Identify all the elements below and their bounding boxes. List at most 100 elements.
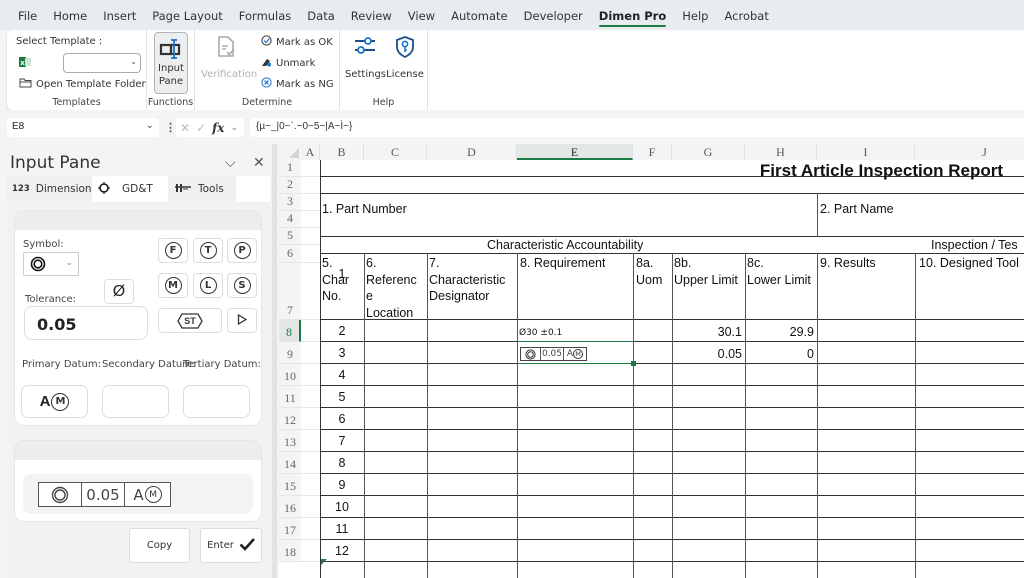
modifier-f-button[interactable]: F <box>158 238 188 263</box>
row-header-18[interactable]: 18 <box>279 540 301 562</box>
row-header-13[interactable]: 13 <box>279 430 301 452</box>
menu-tab-file[interactable]: File <box>10 0 45 30</box>
char-no-cell[interactable]: 9 <box>320 477 364 493</box>
cancel-icon[interactable]: ✕ <box>180 121 190 135</box>
close-icon[interactable]: ✕ <box>253 154 265 171</box>
char-no-cell[interactable]: 7 <box>320 433 364 449</box>
select-all-corner[interactable] <box>279 144 301 160</box>
menu-tab-review[interactable]: Review <box>343 0 400 30</box>
diameter-button[interactable]: Ø <box>104 279 134 304</box>
char-no-cell[interactable]: 5 <box>320 389 364 405</box>
menu-tab-dimen-pro[interactable]: Dimen Pro <box>591 0 674 30</box>
row-header-10[interactable]: 10 <box>279 364 301 386</box>
mark-as-ng-button[interactable]: Mark as NG <box>261 77 334 91</box>
lower-limit-cell-1[interactable]: 29.9 <box>745 324 816 340</box>
upper-limit-cell-1[interactable]: 30.1 <box>672 324 744 340</box>
menu-tab-help[interactable]: Help <box>674 0 716 30</box>
char-no-cell[interactable]: 11 <box>320 521 364 537</box>
row-header-16[interactable]: 16 <box>279 496 301 518</box>
char-no-cell[interactable]: 12 <box>320 543 364 559</box>
pane-splitter[interactable] <box>272 144 277 578</box>
row-header-15[interactable]: 15 <box>279 474 301 496</box>
row-header-6[interactable]: 6 <box>279 245 301 263</box>
copy-button[interactable]: Copy <box>129 528 190 563</box>
menu-tab-data[interactable]: Data <box>299 0 342 30</box>
column-header-j[interactable]: J <box>915 144 1024 160</box>
mark-as-ok-button[interactable]: Mark as OK <box>261 35 333 49</box>
char-no-cell[interactable]: 2 <box>320 323 364 339</box>
template-dropdown[interactable]: ⌄ <box>63 53 141 73</box>
menu-tab-insert[interactable]: Insert <box>95 0 144 30</box>
column-header-i[interactable]: I <box>817 144 915 160</box>
upper-limit-cell-2[interactable]: 0.05 <box>672 346 744 362</box>
fill-handle[interactable] <box>631 361 636 366</box>
tolerance-input[interactable]: 0.05 <box>24 306 148 340</box>
column-header-f[interactable]: F <box>633 144 672 160</box>
tertiary-datum-input[interactable] <box>183 385 250 418</box>
modifier-m-button[interactable]: M <box>158 273 188 298</box>
modifier-l-button[interactable]: L <box>193 273 223 298</box>
column-header-a[interactable]: A <box>301 144 320 160</box>
row-header-5[interactable]: 5 <box>279 228 301 245</box>
column-header-g[interactable]: G <box>672 144 745 160</box>
modifier-t-button[interactable]: T <box>193 238 223 263</box>
menu-tab-acrobat[interactable]: Acrobat <box>716 0 776 30</box>
column-header-e[interactable]: E <box>517 144 633 160</box>
primary-datum-input[interactable]: A M <box>21 385 88 418</box>
column-header-h[interactable]: H <box>745 144 817 160</box>
verification-button[interactable]: Verification <box>201 35 257 81</box>
selected-cell-e8[interactable] <box>517 341 634 364</box>
confirm-icon[interactable]: ✓ <box>196 121 206 135</box>
column-header-d[interactable]: D <box>427 144 517 160</box>
open-template-folder-button[interactable]: Open Template Folder <box>19 78 146 91</box>
lower-limit-cell-2[interactable]: 0 <box>745 346 816 362</box>
pane-options-chevron-icon[interactable]: ⌵ <box>225 154 236 171</box>
char-no-cell[interactable]: 8 <box>320 455 364 471</box>
row-header-8[interactable]: 8 <box>279 320 301 342</box>
char-no-cell[interactable]: 1 <box>320 266 364 282</box>
char-no-cell[interactable]: 6 <box>320 411 364 427</box>
menu-tab-developer[interactable]: Developer <box>516 0 591 30</box>
menu-tab-formulas[interactable]: Formulas <box>231 0 300 30</box>
settings-button[interactable]: Settings <box>345 35 386 81</box>
tab-tools[interactable]: Tools <box>168 176 236 202</box>
name-box[interactable]: E8 ⌄ <box>7 118 159 137</box>
tab-gdt[interactable]: GD&T <box>92 176 168 202</box>
symbol-select[interactable]: ⌄ <box>23 252 79 276</box>
row-header-7[interactable]: 7 <box>279 263 301 320</box>
row-header-14[interactable]: 14 <box>279 452 301 474</box>
row-header-17[interactable]: 17 <box>279 518 301 540</box>
menu-tab-automate[interactable]: Automate <box>443 0 516 30</box>
char-no-cell[interactable]: 10 <box>320 499 364 515</box>
license-button[interactable]: License <box>385 35 425 81</box>
spreadsheet-grid[interactable]: A B C D E F G H I J 1 2 3 4 5 6 7 8 9 10 11 12 13 14 1… <box>279 144 1024 578</box>
insert-function-button[interactable]: fx <box>212 121 224 135</box>
tab-dimension[interactable]: 123 Dimension <box>6 176 92 202</box>
menu-tab-home[interactable]: Home <box>45 0 95 30</box>
char-no-cell[interactable]: 3 <box>320 345 364 361</box>
secondary-datum-input[interactable] <box>102 385 169 418</box>
row-header-2[interactable]: 2 <box>279 177 301 194</box>
row-header-12[interactable]: 12 <box>279 408 301 430</box>
row-header-1[interactable]: 1 <box>279 160 301 177</box>
row-header-9[interactable]: 9 <box>279 342 301 364</box>
char-no-cell[interactable]: 4 <box>320 367 364 383</box>
modifier-s-button[interactable]: S <box>227 273 257 298</box>
column-header-c[interactable]: C <box>364 144 427 160</box>
statistical-tolerance-button[interactable]: ST <box>158 308 222 333</box>
menu-tab-page-layout[interactable]: Page Layout <box>144 0 231 30</box>
play-triangle-button[interactable] <box>227 308 257 333</box>
requirement-cell-1[interactable]: Ø30 ±0.1 <box>519 325 562 341</box>
menu-tab-view[interactable]: View <box>400 0 443 30</box>
row-header-11[interactable]: 11 <box>279 386 301 408</box>
enter-button[interactable]: Enter <box>200 528 262 563</box>
input-pane-button[interactable]: Input Pane <box>154 32 188 94</box>
unmark-button[interactable]: Unmark <box>261 56 315 70</box>
chevron-down-icon[interactable]: ⌄ <box>230 122 238 133</box>
row-header-3[interactable]: 3 <box>279 194 301 211</box>
more-options-icon[interactable]: ⋮ <box>165 121 176 134</box>
formula-input[interactable]: {µ~_|0~`.~0~5~|A~Ì~} <box>250 118 1024 137</box>
modifier-p-button[interactable]: P <box>227 238 257 263</box>
row-header-4[interactable]: 4 <box>279 211 301 228</box>
column-header-b[interactable]: B <box>320 144 364 160</box>
